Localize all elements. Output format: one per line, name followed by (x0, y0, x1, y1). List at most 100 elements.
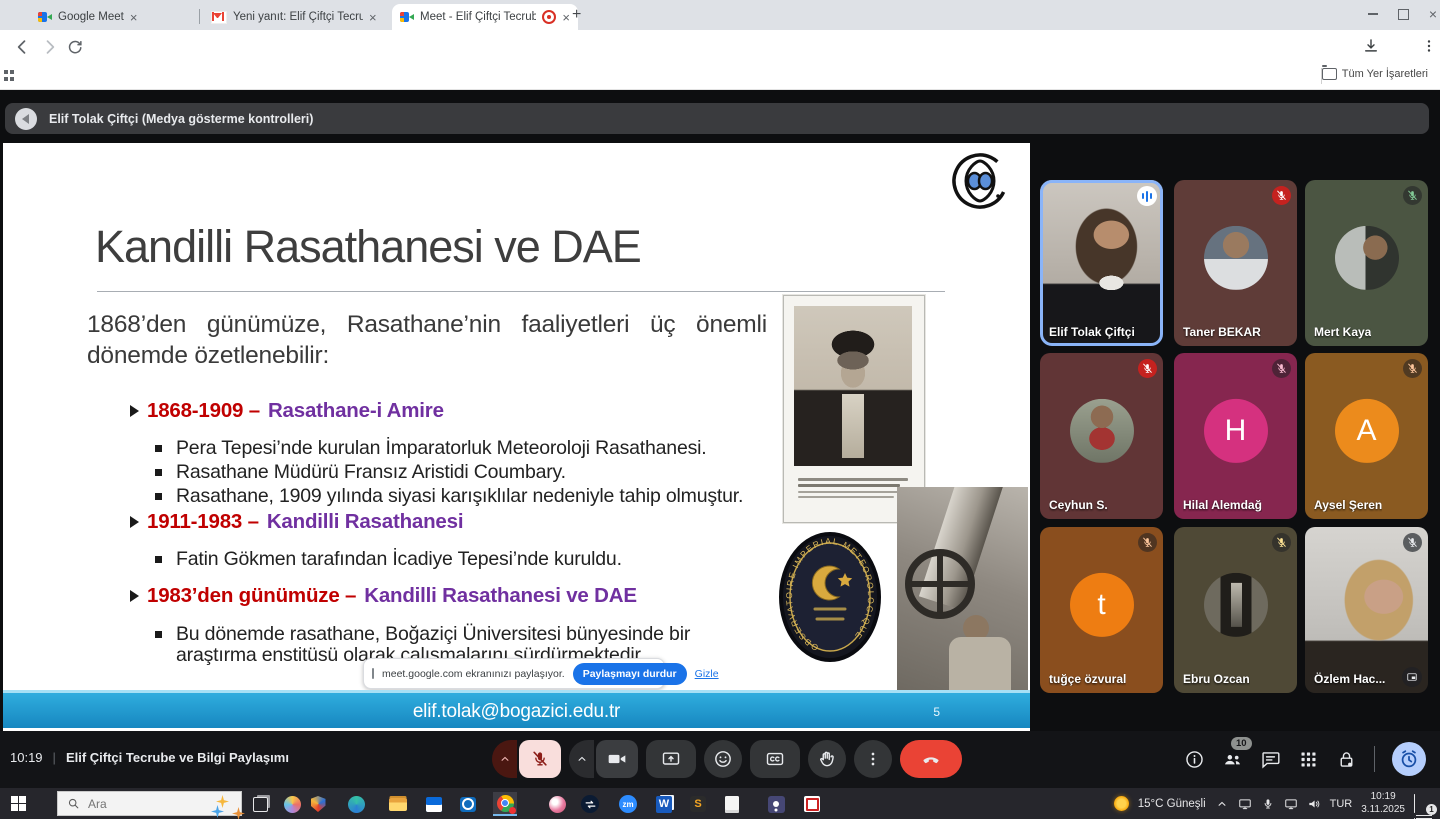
copilot-sparkle-icon (207, 795, 235, 808)
participant-name: Taner BEKAR (1183, 325, 1261, 339)
tab-close-icon[interactable]: × (369, 11, 377, 24)
weather-sun-icon[interactable] (1114, 796, 1129, 811)
window-minimize-button[interactable] (1358, 0, 1388, 28)
window-close-button[interactable]: × (1418, 0, 1440, 28)
camera-options-chevron[interactable] (569, 740, 594, 778)
back-icon[interactable] (12, 37, 32, 57)
raise-hand-button[interactable] (808, 740, 846, 778)
downloads-icon[interactable] (1362, 37, 1382, 57)
file-explorer-icon[interactable] (386, 792, 410, 816)
capture-app-icon[interactable] (800, 792, 824, 816)
pip-icon[interactable] (1402, 667, 1422, 687)
participant-tile-tugce[interactable]: t tuğçe özvural (1040, 527, 1163, 693)
hidden-icons-chevron[interactable] (1215, 797, 1229, 811)
participant-tile-aysel[interactable]: A Aysel Şeren (1305, 353, 1428, 519)
tab-close-icon[interactable]: × (562, 11, 570, 24)
meeting-clock: 10:19 (10, 750, 43, 765)
outlook-icon[interactable] (456, 792, 480, 816)
edge-browser-icon[interactable] (344, 792, 368, 816)
action-center-icon[interactable]: 1 (1414, 795, 1434, 813)
more-options-button[interactable] (854, 740, 892, 778)
task-view-icon[interactable] (248, 792, 272, 816)
volume-tray-icon[interactable] (1307, 797, 1321, 811)
portrait-caption (792, 474, 914, 502)
search-input[interactable] (86, 796, 190, 812)
telescope-wheel (905, 549, 975, 619)
copilot-icon[interactable] (280, 792, 304, 816)
end-call-button[interactable] (900, 740, 962, 778)
camera-toggle-button[interactable] (596, 740, 638, 778)
people-panel-icon[interactable]: 10 (1222, 749, 1243, 770)
captions-button[interactable] (750, 740, 800, 778)
initial-avatar: t (1070, 573, 1134, 637)
taskbar-search[interactable] (57, 791, 242, 816)
notepad-icon[interactable] (720, 792, 744, 816)
timer-extension-icon[interactable] (1392, 742, 1426, 776)
weather-text[interactable]: 15°C Güneşli (1138, 798, 1206, 810)
menu-dots-icon[interactable] (1420, 37, 1440, 57)
ms-store-icon[interactable] (422, 792, 446, 816)
window-maximize-button[interactable] (1388, 0, 1418, 28)
present-screen-button[interactable] (646, 740, 696, 778)
all-bookmarks-label: Tüm Yer İşaretleri (1342, 68, 1428, 80)
mic-off-icon (1138, 533, 1157, 552)
new-tab-button[interactable]: + (572, 6, 581, 24)
start-button[interactable] (11, 796, 26, 811)
participant-tile-ceyhun[interactable]: Ceyhun S. (1040, 353, 1163, 519)
participant-tile-taner[interactable]: Taner BEKAR (1174, 180, 1297, 346)
slide-intro: 1868’den günümüze, Rasathane’nin faaliye… (87, 309, 767, 371)
participant-name: Aysel Şeren (1314, 498, 1382, 512)
sublime-icon[interactable]: S (686, 792, 710, 816)
meet-favicon (400, 11, 414, 23)
participant-tile-mert[interactable]: Mert Kaya (1305, 180, 1428, 346)
reload-icon[interactable] (66, 37, 86, 57)
tab-gmail-reply[interactable]: Yeni yanıt: Elif Çiftçi Tecrube ve × (203, 4, 404, 30)
tab-close-icon[interactable]: × (130, 11, 138, 24)
teams-icon[interactable] (764, 792, 788, 816)
initial-avatar: A (1335, 399, 1399, 463)
teamviewer-icon[interactable] (578, 792, 602, 816)
participant-tile-elif[interactable]: Elif Tolak Çiftçi (1040, 180, 1163, 346)
forward-icon[interactable] (40, 37, 60, 57)
observer-figure (949, 637, 1011, 692)
participant-tile-hilal[interactable]: H Hilal Alemdağ (1174, 353, 1297, 519)
participant-tile-ozlem[interactable]: Özlem Hac... (1305, 527, 1428, 693)
koeri-logo (946, 149, 1018, 213)
mic-toggle-button-muted[interactable] (519, 740, 561, 778)
stop-sharing-button[interactable]: Paylaşmayı durdur (573, 663, 687, 685)
section-period: 1868-1909 – (147, 399, 260, 423)
chat-panel-icon[interactable] (1260, 749, 1281, 770)
pink-app-icon[interactable] (545, 792, 569, 816)
tab-google-meet[interactable]: Google Meet × (30, 4, 211, 30)
meeting-details-icon[interactable] (1184, 749, 1205, 770)
language-indicator[interactable]: TUR (1330, 798, 1353, 810)
word-icon[interactable]: W (652, 792, 676, 816)
avatar (1204, 226, 1268, 290)
mic-options-chevron[interactable] (492, 740, 517, 778)
presenter-banner: Elif Tolak Çiftçi (Medya gösterme kontro… (5, 103, 1429, 134)
chrome-icon-active[interactable] (493, 792, 517, 816)
square-bullet-icon (155, 556, 162, 563)
meet-favicon (38, 11, 52, 23)
clock-date[interactable]: 10:19 3.11.2025 (1361, 791, 1405, 816)
network-tray-icon[interactable] (1284, 797, 1298, 811)
hide-link[interactable]: Gizle (695, 668, 719, 680)
word-glyph: W (659, 798, 669, 810)
tab-meet-active[interactable]: Meet - Elif Çiftçi Tecrube ve × (392, 4, 578, 30)
display-tray-icon[interactable] (1238, 797, 1252, 811)
arrow-bullet-icon (130, 516, 139, 528)
mic-tray-icon[interactable] (1261, 797, 1275, 811)
participant-tile-ebru[interactable]: Ebru Ozcan (1174, 527, 1297, 693)
section-name: Kandilli Rasathanesi ve DAE (364, 584, 637, 608)
all-bookmarks-button[interactable]: Tüm Yer İşaretleri (1322, 68, 1428, 80)
apps-grid-icon[interactable] (4, 70, 14, 82)
activities-icon[interactable] (1298, 749, 1319, 770)
reactions-button[interactable] (704, 740, 742, 778)
host-controls-icon[interactable] (1336, 749, 1357, 770)
initial-avatar: H (1204, 399, 1268, 463)
zoom-icon[interactable]: zm (616, 792, 640, 816)
square-bullet-icon (155, 445, 162, 452)
security-shield-icon[interactable] (306, 792, 330, 816)
slide-footer: elif.tolak@bogazici.edu.tr 5 (3, 690, 1030, 728)
footer-email: elif.tolak@bogazici.edu.tr (3, 701, 1030, 723)
